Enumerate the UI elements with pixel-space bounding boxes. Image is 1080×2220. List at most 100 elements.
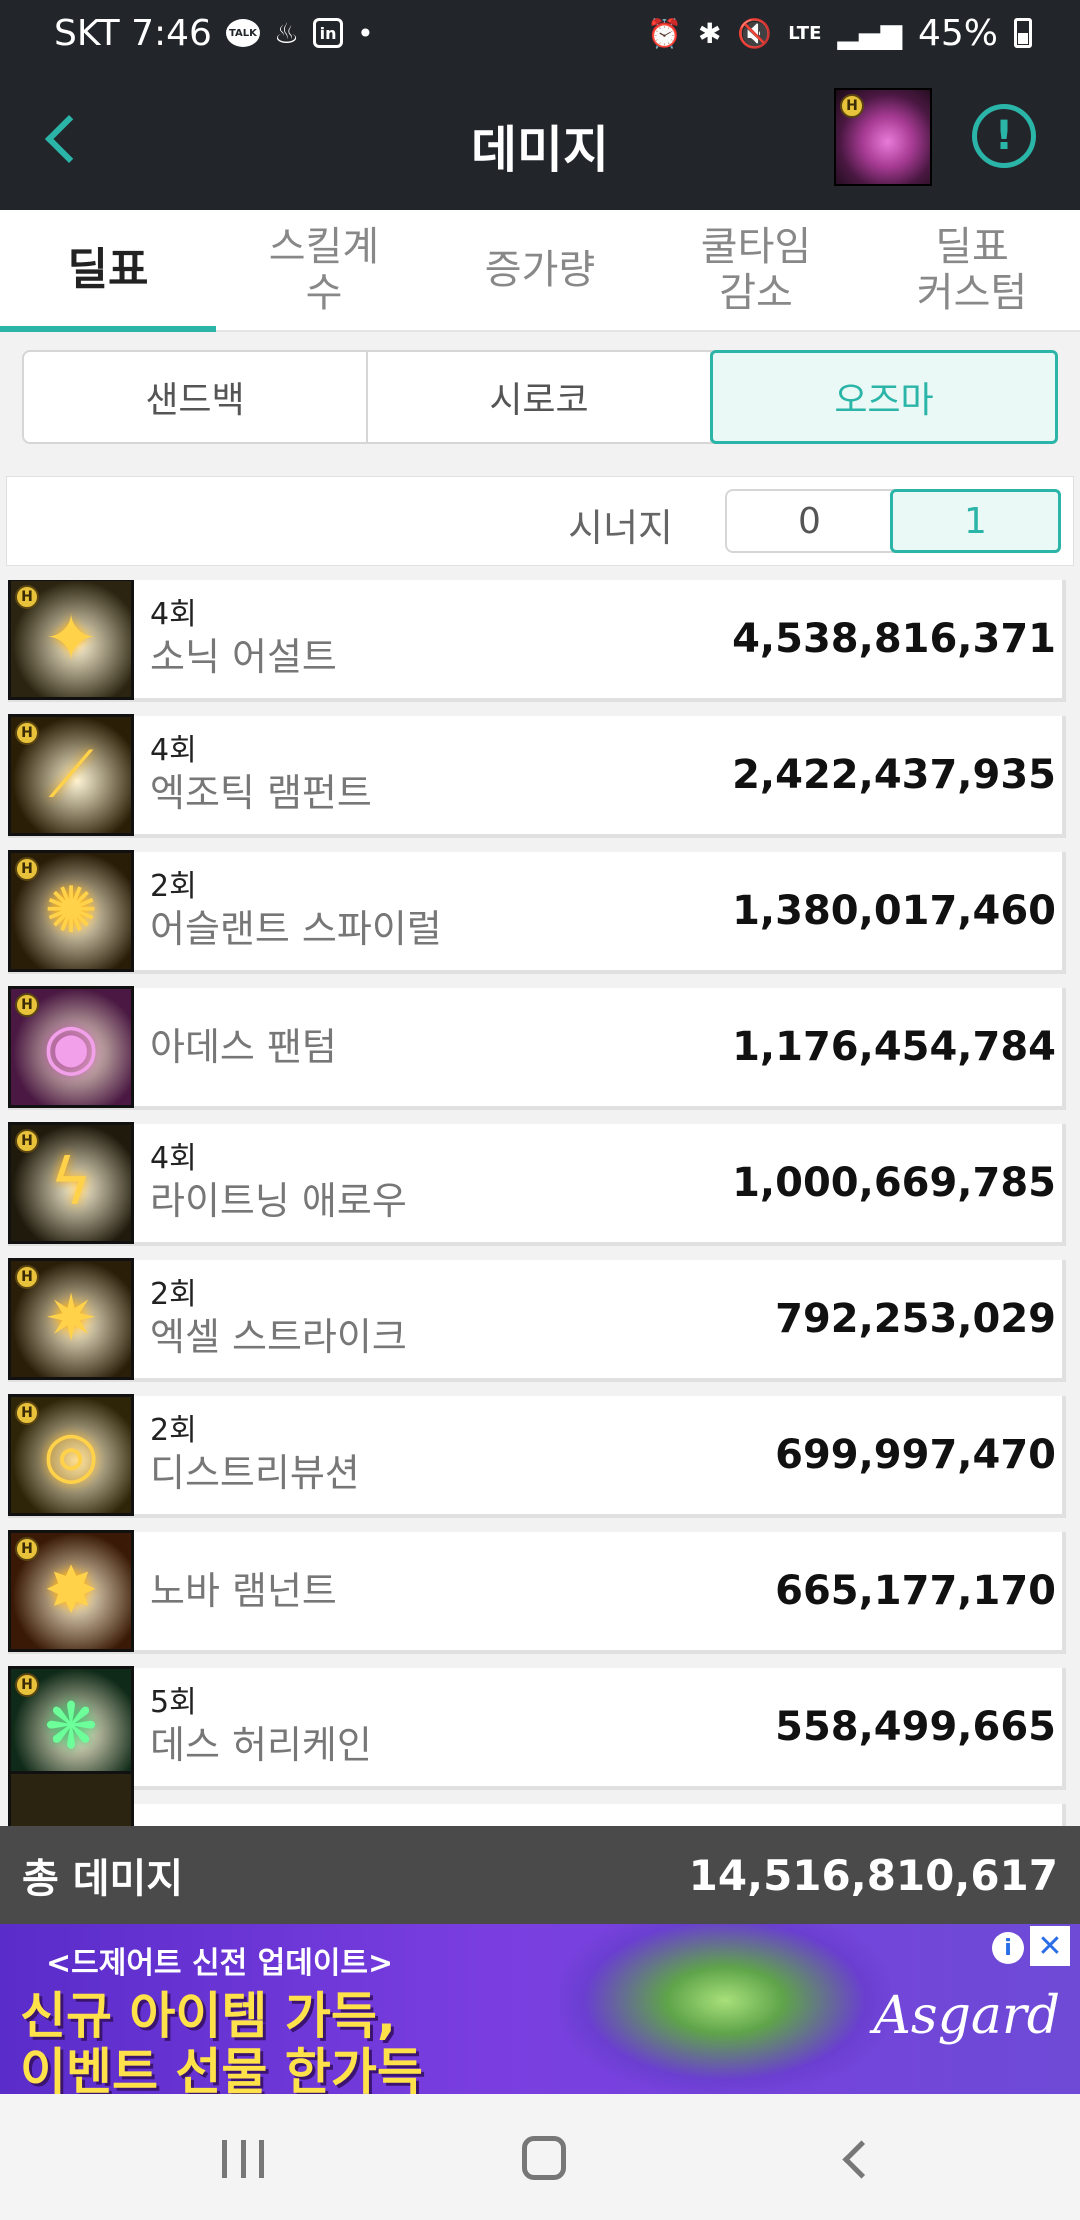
dungeon-sandbag[interactable]: 샌드백 — [24, 352, 368, 442]
skill-info: 노바 램넌트 — [150, 1532, 337, 1650]
app-notification-icon: in — [313, 18, 344, 48]
battery-icon — [1014, 18, 1032, 48]
skill-hit-count: 4회 — [150, 733, 197, 768]
ad-close-icon[interactable]: ✕ — [1030, 1926, 1070, 1966]
skill-icon-partial — [8, 1771, 134, 1826]
skill-name: 라이트닝 애로우 — [150, 1179, 407, 1223]
skill-name: 아데스 팬텀 — [150, 1025, 337, 1069]
skill-row[interactable]: ❋ H 5회 데스 허리케인 558,499,665 — [8, 1666, 1066, 1790]
skill-hit-count: 4회 — [150, 1141, 197, 1176]
lightning-arrow-icon: ϟH — [8, 1122, 134, 1244]
synergy-option-0[interactable]: 0 — [727, 491, 892, 551]
alert-icon[interactable]: ! — [972, 104, 1036, 168]
synergy-label: 시너지 — [568, 506, 673, 550]
ades-phantom-icon: ◉ H — [8, 986, 134, 1108]
h-badge-icon: H — [15, 1537, 39, 1561]
dungeon-selector: 샌드백 시로코 오즈마 — [22, 350, 1058, 444]
skill-info: 4회 소닉 어설트 — [150, 580, 337, 698]
skill-name: 소닉 어설트 — [150, 635, 337, 679]
synergy-row: 시너지 0 1 — [6, 476, 1074, 566]
skill-name: 데스 허리케인 — [150, 1723, 372, 1767]
skill-row[interactable]: ϟ H 4회 라이트닝 애로우 1,000,669,785 — [8, 1122, 1066, 1246]
ad-banner[interactable]: <드제어트 신전 업데이트> 신규 아이템 가득, 이벤트 선물 한가득 Asg… — [0, 1924, 1080, 2094]
dungeon-siroco[interactable]: 시로코 — [368, 352, 712, 442]
skill-damage-value: 2,422,437,935 — [732, 752, 1056, 798]
nova-remnant-icon: ✸ H — [8, 1530, 134, 1652]
skill-row[interactable]: ◎ H 2회 디스트리뷰션 699,997,470 — [8, 1394, 1066, 1518]
total-damage-label: 총 데미지 — [22, 1856, 184, 1902]
skill-name: 어슬랜트 스파이럴 — [150, 907, 442, 951]
status-bar: SKT 7:46 TALK ♨ in • ⏰ ✱ 🔇 LTE ▂▄▆ 45% — [0, 0, 1080, 66]
death-hurricane-icon: ❋ H — [8, 1666, 134, 1788]
skill-row[interactable]: ◉ H 아데스 팬텀 1,176,454,784 — [8, 986, 1066, 1110]
tab-custom-damage-table[interactable]: 딜표 커스텀 — [864, 210, 1080, 330]
ad-headline-2: 이벤트 선물 한가득 — [20, 2043, 423, 2094]
skill-row[interactable]: ✷ H 2회 엑셀 스트라이크 792,253,029 — [8, 1258, 1066, 1382]
skill-info: 4회 엑조틱 램펀트 — [150, 716, 372, 834]
carrier-time: SKT 7:46 — [54, 12, 212, 54]
bluetooth-icon: ✱ — [697, 16, 722, 50]
synergy-toggle: 0 1 — [725, 489, 1061, 553]
skill-hit-count: 5회 — [150, 1685, 197, 1720]
dungeon-ozma[interactable]: 오즈마 — [710, 350, 1058, 444]
skill-row-partial[interactable] — [8, 1771, 1066, 1826]
skill-damage-value: 1,176,454,784 — [732, 1024, 1056, 1070]
skill-row[interactable]: ⟋ H 4회 엑조틱 램펀트 2,422,437,935 — [8, 714, 1066, 838]
battery-percent: 45% — [917, 12, 998, 54]
skill-info: 아데스 팬텀 — [150, 988, 337, 1106]
alarm-icon: ⏰ — [647, 16, 682, 50]
skill-row[interactable]: ✺ H 2회 어슬랜트 스파이럴 1,380,017,460 — [8, 850, 1066, 974]
h-badge-icon: H — [15, 1401, 39, 1425]
notification-icon: ♨ — [273, 16, 300, 50]
skill-info: 4회 라이트닝 애로우 — [150, 1124, 407, 1242]
h-badge-icon: H — [15, 585, 39, 609]
skill-name: 노바 램넌트 — [150, 1569, 337, 1613]
skill-hit-count: 2회 — [150, 1413, 197, 1448]
tab-increase[interactable]: 증가량 — [432, 210, 648, 330]
kakaotalk-icon: TALK — [225, 19, 260, 47]
skill-damage-value: 665,177,170 — [775, 1568, 1056, 1614]
sonic-assault-icon: ✦ H — [8, 580, 134, 700]
distribution-icon: ◎ H — [8, 1394, 134, 1516]
skill-damage-value: 1,000,669,785 — [732, 1160, 1056, 1206]
home-icon[interactable] — [522, 2136, 566, 2180]
recent-apps-icon[interactable] — [222, 2140, 264, 2178]
tab-bar: 딜표 스킬계 수 증가량 쿨타임 감소 딜표 커스텀 — [0, 210, 1080, 332]
skill-hit-count: 4회 — [150, 597, 197, 632]
character-avatar[interactable]: H — [834, 88, 932, 186]
skill-name: 엑셀 스트라이크 — [150, 1315, 407, 1359]
h-badge-icon: H — [15, 1265, 39, 1289]
skill-row[interactable]: ✦ H 4회 소닉 어설트 4,538,816,371 — [8, 580, 1066, 702]
ad-info-icon[interactable]: i — [992, 1932, 1024, 1964]
h-badge-icon: H — [15, 993, 39, 1017]
system-nav-bar — [0, 2094, 1080, 2220]
nav-back-icon[interactable] — [838, 2140, 874, 2176]
skill-row[interactable]: ✸ H 노바 램넌트 665,177,170 — [8, 1530, 1066, 1654]
synergy-option-1[interactable]: 1 — [890, 489, 1061, 553]
skill-hit-count: 2회 — [150, 1277, 197, 1312]
h-badge-icon: H — [15, 1673, 39, 1697]
skill-damage-list[interactable]: ✦ H 4회 소닉 어설트 4,538,816,371 ⟋ H 4회 엑조틱 램펀트 2,422,… — [8, 580, 1066, 1826]
skill-damage-value: 699,997,470 — [775, 1432, 1056, 1478]
skill-info: 2회 엑셀 스트라이크 — [150, 1260, 407, 1378]
skill-name: 디스트리뷰션 — [150, 1451, 360, 1495]
ad-brand-logo: Asgard — [873, 1986, 1060, 2046]
skill-damage-value: 558,499,665 — [775, 1704, 1056, 1750]
skill-info: 2회 어슬랜트 스파이럴 — [150, 852, 442, 970]
ad-character-art — [560, 1924, 890, 2094]
exotic-rampant-icon: ⟋ H — [8, 714, 134, 836]
h-badge-icon: H — [15, 1129, 39, 1153]
skill-info: 2회 디스트리뷰션 — [150, 1396, 360, 1514]
h-badge-icon: H — [840, 94, 864, 118]
total-damage-bar: 총 데미지 14,516,810,617 — [0, 1826, 1080, 1924]
tab-cooldown-reduction[interactable]: 쿨타임 감소 — [648, 210, 864, 330]
aslant-spiral-icon: ✺ H — [8, 850, 134, 972]
more-notifications-dot: • — [357, 16, 374, 50]
tab-damage-table[interactable]: 딜표 — [0, 210, 216, 332]
skill-damage-value: 1,380,017,460 — [732, 888, 1056, 934]
skill-damage-value: 4,538,816,371 — [732, 616, 1056, 662]
tab-skill-coefficient[interactable]: 스킬계 수 — [216, 210, 432, 330]
skill-info: 5회 데스 허리케인 — [150, 1668, 372, 1786]
app-bar: 데미지 H ! — [0, 66, 1080, 210]
h-badge-icon: H — [15, 721, 39, 745]
